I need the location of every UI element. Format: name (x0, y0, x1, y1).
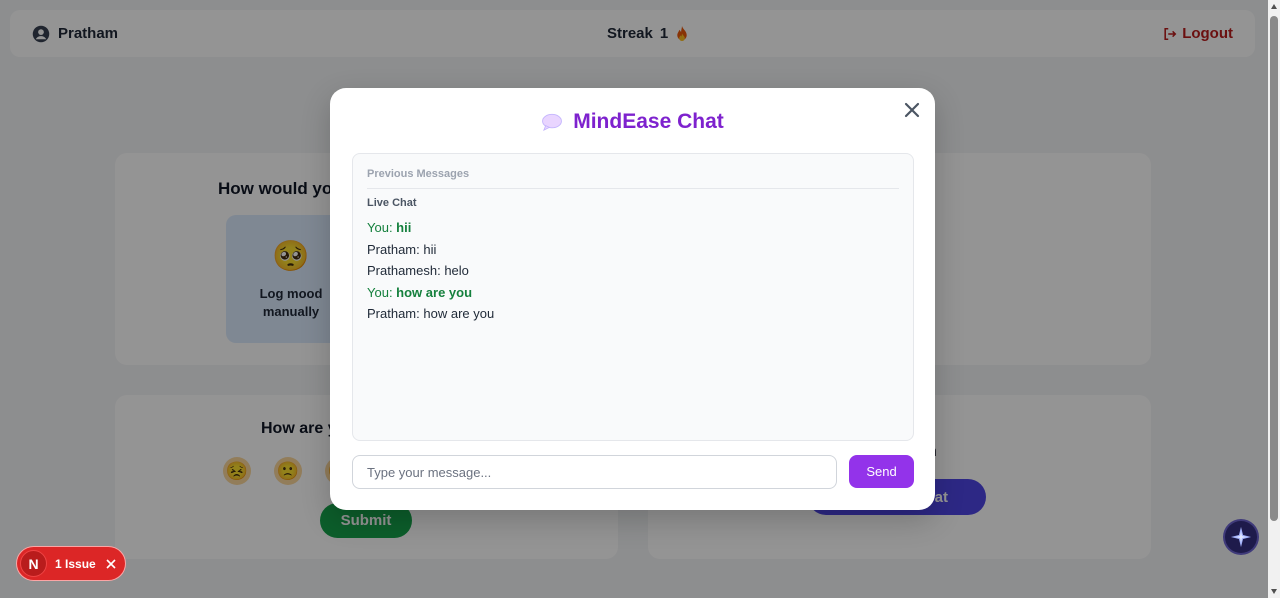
chat-message: Pratham: hii (367, 241, 437, 257)
message-sender: You (367, 220, 389, 235)
message-text: how are you (396, 284, 473, 300)
message-sender: You (367, 284, 389, 300)
speech-bubble-icon (542, 113, 563, 131)
message-text: hii (396, 220, 412, 235)
close-icon[interactable] (903, 101, 921, 119)
send-button[interactable]: Send (849, 455, 914, 488)
chat-message: You: hii (367, 220, 412, 235)
modal-title: MindEase Chat (573, 110, 724, 133)
message-input[interactable] (352, 455, 837, 489)
scrollbar-thumb[interactable] (1270, 16, 1278, 521)
scroll-down-arrow-icon[interactable] (1271, 589, 1277, 594)
n-logo-icon: N (20, 550, 47, 577)
chat-messages-panel[interactable]: Previous Messages Live Chat You: hii Pra… (352, 153, 914, 441)
sparkle-icon (1230, 526, 1252, 548)
previous-messages-label: Previous Messages (367, 168, 899, 189)
message-text: how are you (423, 306, 495, 321)
page-scrollbar[interactable] (1268, 0, 1280, 598)
modal-header: MindEase Chat (330, 110, 935, 134)
message-sender: Pratham (367, 306, 417, 321)
message-sender: Pratham (367, 241, 417, 257)
assistant-sparkle-button[interactable] (1225, 521, 1257, 553)
chat-modal: MindEase Chat Previous Messages Live Cha… (330, 88, 935, 510)
live-chat-label: Live Chat (367, 197, 417, 209)
message-text: helo (444, 263, 469, 278)
message-sender: Prathamesh (367, 263, 438, 278)
chat-message: Pratham: how are you (367, 306, 495, 321)
issue-count: 1 Issue (55, 556, 96, 571)
chat-message: You: how are you (367, 284, 473, 300)
message-text: hii (423, 241, 437, 257)
issues-badge[interactable]: N 1 Issue (17, 547, 125, 580)
close-icon[interactable] (106, 558, 116, 569)
scroll-up-arrow-icon[interactable] (1271, 4, 1277, 9)
chat-message: Prathamesh: helo (367, 263, 469, 278)
message-list: You: hii Pratham: hii Prathamesh: helo Y… (367, 217, 899, 325)
